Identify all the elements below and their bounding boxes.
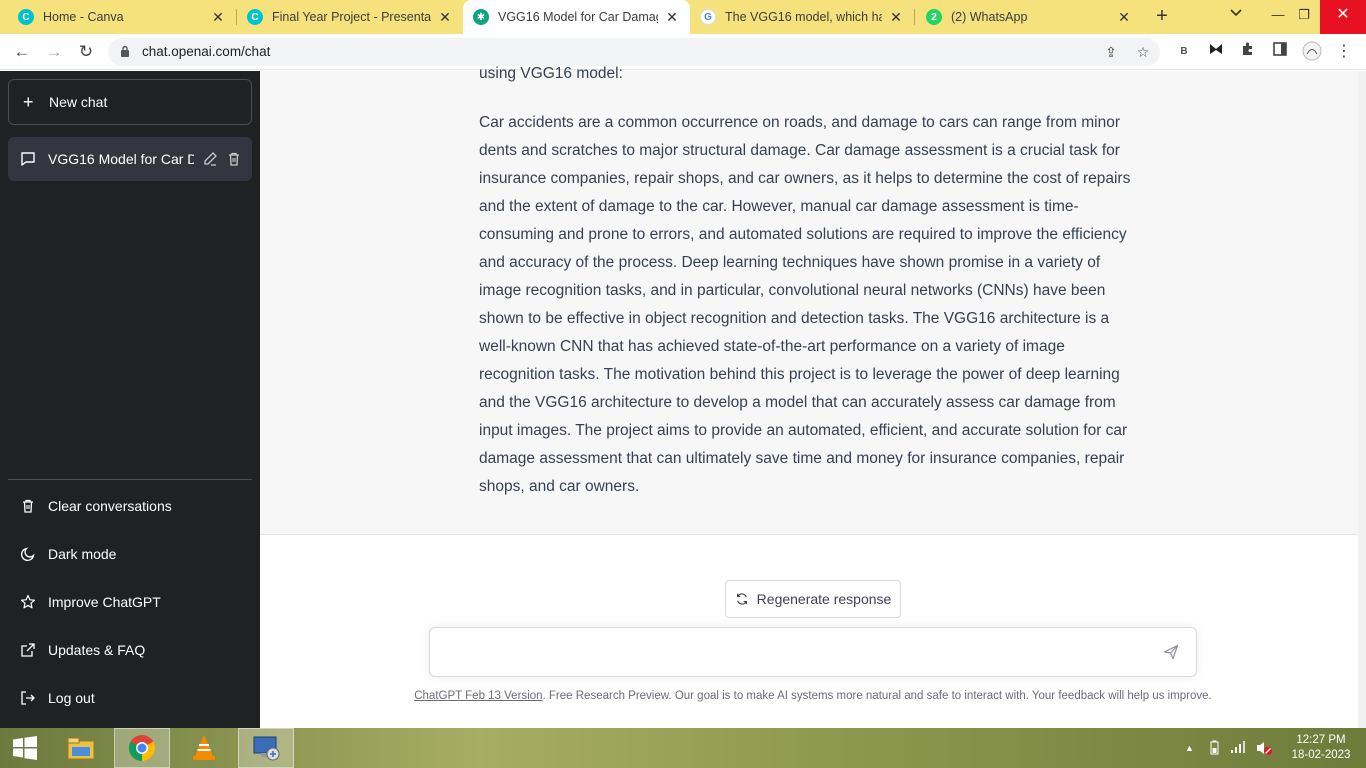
maximize-button[interactable]: ❐ bbox=[1288, 0, 1320, 34]
reload-button[interactable]: ↻ bbox=[74, 40, 98, 64]
moon-icon bbox=[20, 547, 35, 562]
taskbar: ▲ 12:27 PM 18-02-2023 bbox=[0, 728, 1366, 768]
clear-conversations-button[interactable]: Clear conversations bbox=[8, 484, 252, 528]
battery-icon[interactable] bbox=[1206, 740, 1222, 759]
network-app-button[interactable] bbox=[238, 728, 294, 768]
tab-whatsapp[interactable]: 2 (2) WhatsApp ✕ bbox=[916, 0, 1142, 34]
tab-strip: C Home - Canva ✕ C Final Year Project - … bbox=[0, 0, 1366, 34]
updates-faq-link[interactable]: Updates & FAQ bbox=[8, 628, 252, 672]
share-icon[interactable]: ⇪ bbox=[1102, 43, 1120, 61]
trash-icon[interactable] bbox=[226, 151, 242, 167]
message-partial-line: using VGG16 model: bbox=[479, 65, 623, 82]
regenerate-response-button[interactable]: Regenerate response bbox=[725, 580, 901, 618]
tab-final-year-project[interactable]: C Final Year Project - Presentatio ✕ bbox=[237, 0, 463, 34]
tab-title: Home - Canva bbox=[43, 10, 124, 24]
external-link-icon bbox=[21, 643, 35, 657]
canva-icon: C bbox=[18, 9, 34, 25]
tab-separator bbox=[914, 9, 915, 25]
tab-title: Final Year Project - Presentatio bbox=[272, 10, 431, 24]
close-tab-icon[interactable]: ✕ bbox=[210, 9, 226, 26]
footer-text: . Free Research Preview. Our goal is to … bbox=[542, 690, 1212, 702]
whatsapp-icon: 2 bbox=[926, 9, 942, 25]
sidebar-item-label: Log out bbox=[48, 690, 95, 706]
new-chat-label: New chat bbox=[49, 94, 108, 110]
sidebar-item-label: Dark mode bbox=[48, 546, 117, 562]
address-bar-row: ← → ↻ chat.openai.com/chat ⇪ ☆ B ⋮ bbox=[0, 34, 1366, 70]
edit-icon[interactable] bbox=[202, 151, 218, 167]
start-icon bbox=[13, 736, 37, 760]
chat-bubble-icon bbox=[21, 152, 35, 166]
tab-title: (2) WhatsApp bbox=[951, 10, 1028, 24]
version-link[interactable]: ChatGPT Feb 13 Version bbox=[414, 690, 542, 702]
send-icon[interactable] bbox=[1163, 644, 1179, 660]
sidebar-item-label: Clear conversations bbox=[48, 498, 172, 514]
extension-icon[interactable] bbox=[1205, 41, 1227, 63]
vlc-icon bbox=[193, 735, 215, 760]
dark-mode-button[interactable]: Dark mode bbox=[8, 532, 252, 576]
file-explorer-button[interactable] bbox=[53, 728, 109, 768]
sidebar-item-label: Improve ChatGPT bbox=[48, 594, 161, 610]
assistant-message: using VGG16 model: Car accidents are a c… bbox=[260, 65, 1358, 535]
refresh-icon bbox=[736, 593, 747, 605]
tab-vgg16-active[interactable]: ✱ VGG16 Model for Car Damage ✕ bbox=[463, 0, 690, 34]
improve-chatgpt-button[interactable]: Improve ChatGPT bbox=[8, 580, 252, 624]
regenerate-label: Regenerate response bbox=[756, 591, 892, 607]
openai-icon: ✱ bbox=[473, 9, 489, 25]
extension-b-icon[interactable]: B bbox=[1173, 41, 1195, 63]
puzzle-icon[interactable] bbox=[1237, 41, 1259, 63]
logout-icon bbox=[21, 691, 35, 705]
chevron-down-icon[interactable] bbox=[1230, 6, 1242, 20]
scrollbar[interactable] bbox=[1358, 71, 1366, 728]
close-window-button[interactable]: ✕ bbox=[1320, 0, 1366, 34]
new-tab-button[interactable]: + bbox=[1150, 5, 1174, 29]
url-text: chat.openai.com/chat bbox=[142, 44, 271, 59]
forward-button[interactable]: → bbox=[42, 40, 66, 64]
chrome-icon bbox=[128, 735, 156, 762]
tab-home-canva[interactable]: C Home - Canva ✕ bbox=[8, 0, 236, 34]
footer-disclaimer: ChatGPT Feb 13 Version. Free Research Pr… bbox=[407, 690, 1219, 702]
signal-icon[interactable] bbox=[1230, 740, 1248, 757]
clock-date: 18-02-2023 bbox=[1291, 749, 1351, 761]
profile-avatar[interactable] bbox=[1301, 41, 1323, 63]
star-icon bbox=[20, 594, 36, 609]
lock-icon bbox=[121, 45, 129, 57]
tab-google-search[interactable]: G The VGG16 model, which has s ✕ bbox=[690, 0, 914, 34]
message-text: Car accidents are a common occurrence on… bbox=[479, 114, 1131, 495]
start-button[interactable] bbox=[0, 728, 50, 768]
conversation-item[interactable]: VGG16 Model for Car D bbox=[8, 137, 252, 181]
system-clock[interactable]: 12:27 PM 18-02-2023 bbox=[1288, 733, 1354, 763]
vlc-button[interactable] bbox=[176, 728, 232, 768]
message-input[interactable] bbox=[429, 627, 1197, 677]
sidebar-divider bbox=[8, 479, 252, 480]
bookmark-star-icon[interactable]: ☆ bbox=[1134, 43, 1152, 61]
file-explorer-icon bbox=[67, 737, 95, 760]
plus-icon: + bbox=[23, 91, 34, 112]
conversation-title: VGG16 Model for Car D bbox=[48, 151, 194, 167]
back-button[interactable]: ← bbox=[10, 40, 34, 64]
close-tab-icon[interactable]: ✕ bbox=[888, 9, 904, 26]
show-hidden-icons-button[interactable]: ▲ bbox=[1185, 743, 1194, 753]
canva-icon: C bbox=[247, 9, 263, 25]
close-tab-icon[interactable]: ✕ bbox=[437, 9, 453, 26]
volume-muted-icon[interactable] bbox=[1255, 740, 1273, 759]
chat-main: using VGG16 model: Car accidents are a c… bbox=[260, 65, 1366, 728]
network-app-icon bbox=[253, 736, 280, 761]
side-panel-icon[interactable] bbox=[1269, 41, 1291, 63]
new-chat-button[interactable]: + New chat bbox=[8, 79, 252, 125]
trash-icon bbox=[23, 499, 33, 513]
menu-kebab-icon[interactable]: ⋮ bbox=[1333, 41, 1355, 63]
sidebar-item-label: Updates & FAQ bbox=[48, 642, 146, 658]
log-out-button[interactable]: Log out bbox=[8, 676, 252, 720]
clock-time: 12:27 PM bbox=[1296, 734, 1346, 746]
omnibox[interactable]: chat.openai.com/chat ⇪ ☆ bbox=[108, 38, 1160, 66]
sidebar: + New chat VGG16 Model for Car D Clear c… bbox=[0, 71, 260, 728]
close-tab-icon[interactable]: ✕ bbox=[1116, 9, 1132, 26]
close-tab-icon[interactable]: ✕ bbox=[664, 9, 680, 26]
tab-title: The VGG16 model, which has s bbox=[725, 10, 882, 24]
tab-title: VGG16 Model for Car Damage bbox=[498, 10, 658, 24]
chrome-taskbar-button[interactable] bbox=[114, 728, 170, 768]
google-icon: G bbox=[700, 9, 716, 25]
